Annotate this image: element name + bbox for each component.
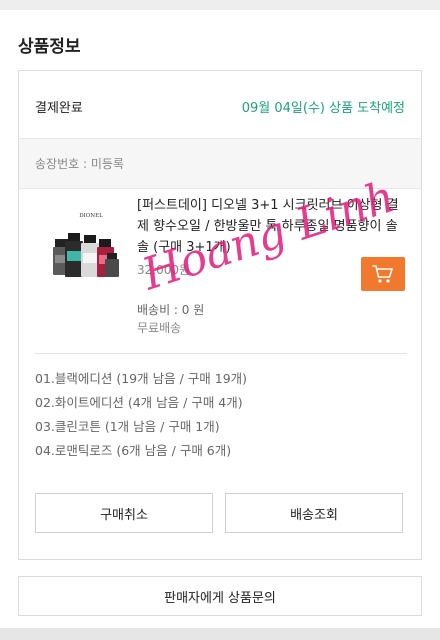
option-item: 02.화이트에디션 (4개 남음 / 구매 4개) [35,395,243,410]
product-thumbnail[interactable]: DIONEL [41,203,125,287]
seller-inquiry-button[interactable]: 판매자에게 상품문의 [18,576,422,616]
product-price: 32,000원 [137,263,191,277]
divider [35,353,407,354]
order-status-label: 결제완료 [35,101,83,116]
delivery-estimate: 09월 04일(수) 상품 도착예정 [241,101,405,116]
product-name[interactable]: [퍼스트데이] 디오넬 3+1 시크릿러브 이상형 결제 향수오일 / 한방울만… [137,195,405,258]
order-card: 결제완료 09월 04일(수) 상품 도착예정 송장번호 : 미등록 DIONE… [18,70,422,560]
tracking-number-text: 송장번호 : 미등록 [35,157,124,171]
bottom-bar [0,628,440,640]
cancel-purchase-button[interactable]: 구매취소 [35,493,213,533]
page-title: 상품정보 [18,37,81,57]
option-list: 01.블랙에디션 (19개 남음 / 구매 19개) 02.화이트에디션 (4개… [35,367,407,463]
order-status-row: 결제완료 09월 04일(수) 상품 도착예정 [19,71,421,139]
track-shipment-button[interactable]: 배송조회 [225,493,403,533]
top-gap [0,0,440,10]
shipping-fee: 배송비 : 0 원 [137,303,205,317]
tracking-row: 송장번호 : 미등록 [19,139,421,189]
option-item: 04.로맨틱로즈 (6개 남음 / 구매 6개) [35,443,232,458]
option-item: 01.블랙에디션 (19개 남음 / 구매 19개) [35,371,248,386]
option-item: 03.클린코튼 (1개 남음 / 구매 1개) [35,419,220,434]
add-to-cart-button[interactable] [361,257,405,291]
perfume-bottles-image: DIONEL [41,203,125,287]
order-detail-page: 상품정보 결제완료 09월 04일(수) 상품 도착예정 송장번호 : 미등록 … [0,10,440,628]
cart-icon [372,265,393,283]
brand-label: DIONEL [79,213,103,219]
free-shipping-label: 무료배송 [137,321,182,335]
